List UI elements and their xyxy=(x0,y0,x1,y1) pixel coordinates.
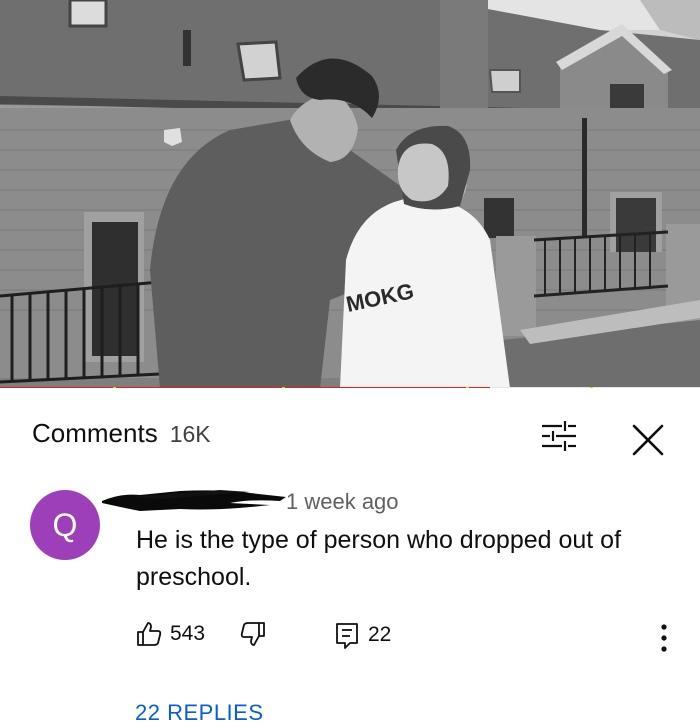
redacted-username xyxy=(102,490,286,511)
more-vertical-icon[interactable] xyxy=(654,622,674,654)
comments-title: Comments xyxy=(32,418,158,448)
chapter-marker xyxy=(282,387,285,388)
video-player[interactable]: MOKG xyxy=(0,0,700,388)
close-icon[interactable] xyxy=(628,420,668,460)
reply-button[interactable]: 22 xyxy=(334,621,391,649)
reply-count: 22 xyxy=(368,623,392,646)
like-count: 543 xyxy=(170,622,206,645)
comment-icon xyxy=(336,623,358,649)
video-progress-bar[interactable] xyxy=(0,387,700,388)
comment-actions: 543 22 xyxy=(136,621,676,653)
avatar[interactable]: Q xyxy=(30,490,100,560)
comments-header: Comments 16K xyxy=(32,418,211,458)
video-frame-illustration: MOKG xyxy=(0,0,700,388)
filter-icon[interactable] xyxy=(540,420,578,452)
comment-text: He is the type of person who dropped out… xyxy=(136,526,622,591)
avatar-letter: Q xyxy=(52,506,78,543)
chapter-marker xyxy=(466,387,469,388)
video-progress-fill xyxy=(0,387,490,388)
thumbs-up-icon xyxy=(137,622,162,646)
like-button[interactable]: 543 xyxy=(136,621,205,647)
dislike-button[interactable] xyxy=(240,621,266,647)
thumbs-down-icon xyxy=(240,622,265,646)
chapter-marker xyxy=(590,387,593,388)
view-replies-link[interactable]: 22 REPLIES xyxy=(135,700,264,726)
comment-timestamp: 1 week ago xyxy=(286,489,399,514)
comments-count: 16K xyxy=(169,421,211,447)
chapter-marker xyxy=(113,387,116,388)
